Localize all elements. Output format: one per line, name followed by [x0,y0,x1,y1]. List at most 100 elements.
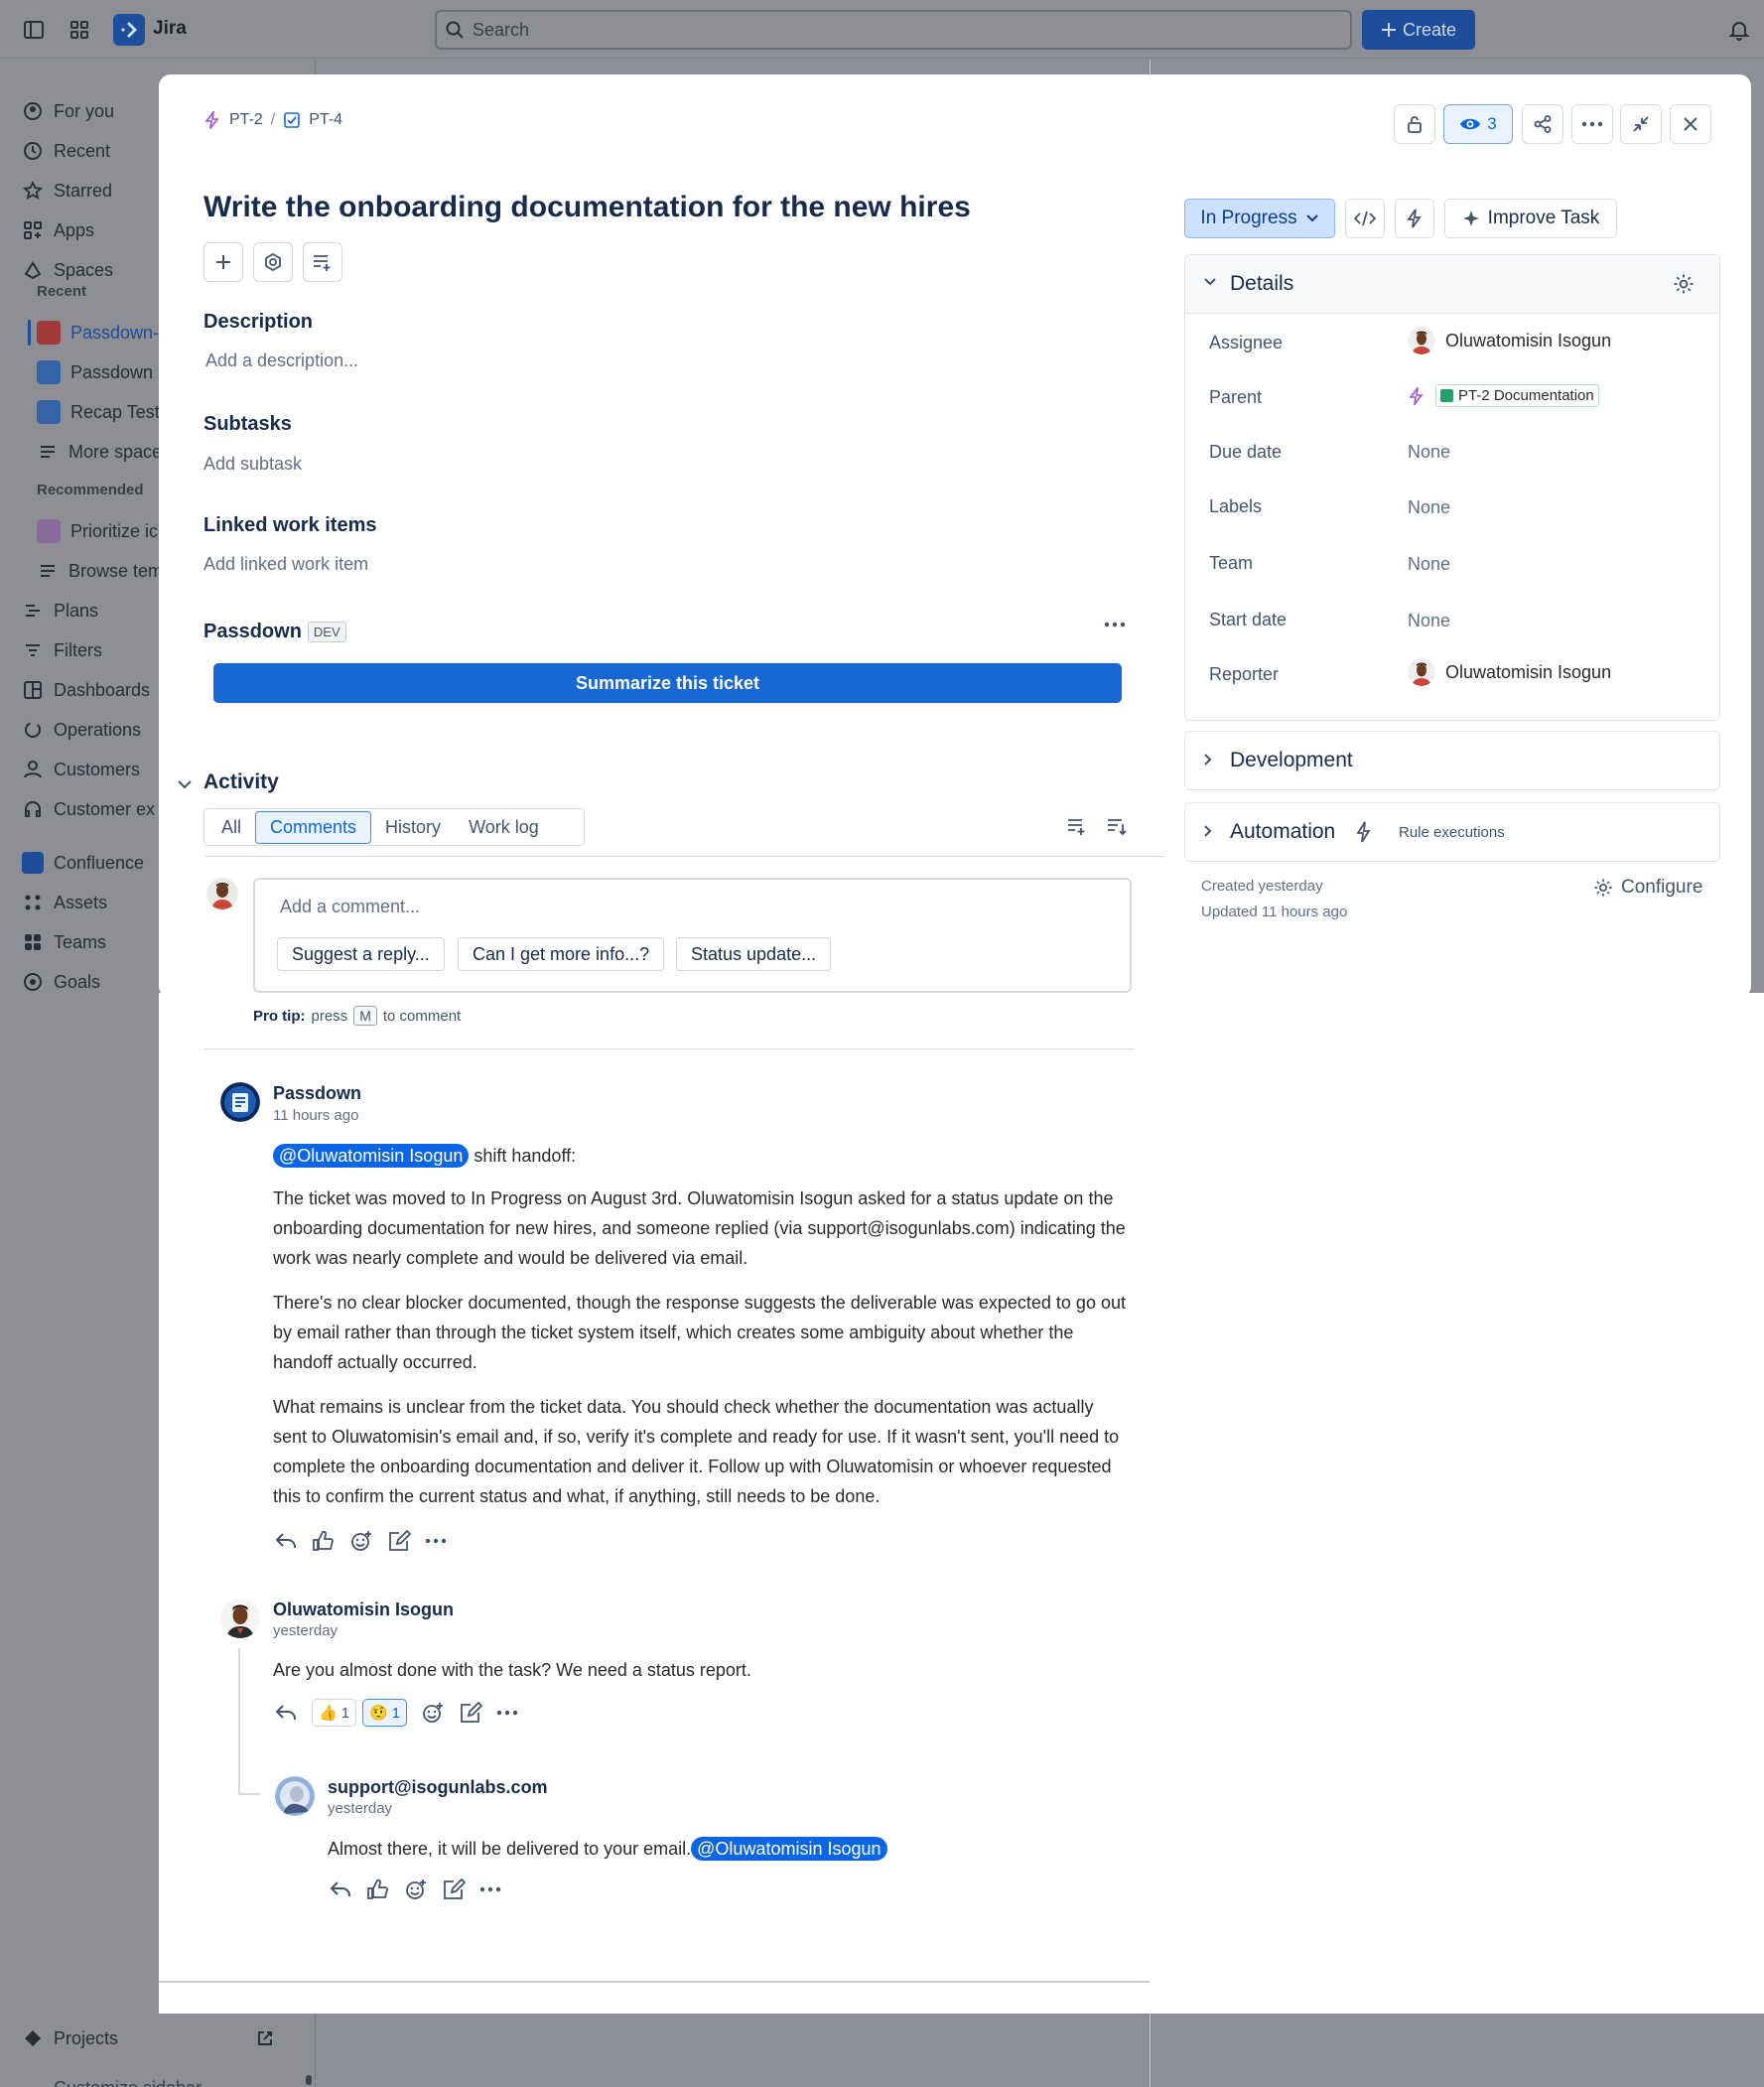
add-subtask-link[interactable]: Add subtask [204,454,302,475]
field-value-assignee[interactable]: Oluwatomisin Isogun [1408,327,1611,354]
sidebar-more-spaces[interactable]: More spaces [37,434,176,470]
field-value-parent[interactable]: PT-2 Documentation [1408,384,1599,407]
more-horizontal-icon[interactable] [425,1538,447,1544]
reply-icon[interactable] [274,1530,298,1552]
field-value-labels[interactable]: None [1408,497,1450,518]
app-name[interactable]: Jira [153,18,187,40]
more-horizontal-icon[interactable] [496,1710,518,1716]
development-section[interactable]: Development [1184,731,1720,790]
sidebar-toggle-icon[interactable] [20,16,48,44]
app-switcher-icon[interactable] [66,16,93,44]
breadcrumb-current[interactable]: PT-4 [309,111,342,129]
rule-executions-link[interactable]: Rule executions [1399,824,1505,841]
user-mention[interactable]: @Oluwatomisin Isogun [273,1144,470,1168]
automation-section[interactable]: Automation Rule executions [1184,802,1720,862]
sidebar-item-filters[interactable]: Filters [22,632,161,668]
minimize-button[interactable] [1620,104,1662,144]
sidebar-app-confluence[interactable]: Confluence [22,845,161,881]
sidebar-projects[interactable]: Projects [22,2020,280,2056]
sort-order-icon[interactable] [1106,816,1128,836]
comment-author[interactable]: Oluwatomisin Isogun [273,1600,454,1620]
tab-work-log[interactable]: Work log [455,812,553,843]
space-avatar-icon [37,321,61,345]
parent-lozenge[interactable]: PT-2 Documentation [1435,384,1599,407]
comment-author[interactable]: support@isogunlabs.com [328,1777,548,1798]
sidebar-item-starred[interactable]: Starred [22,173,161,209]
sidebar-item-customers[interactable]: Customers [22,752,161,787]
reaction-thumbs-up[interactable]: 👍 1 [312,1699,357,1727]
tab-all[interactable]: All [207,812,255,843]
reaction-raised-eyebrow[interactable]: 🤨 1 [362,1699,408,1727]
more-actions-button[interactable] [1571,104,1613,144]
add-linked-item-link[interactable]: Add linked work item [204,554,368,575]
comment-author[interactable]: Passdown [273,1083,361,1104]
field-value-due-date[interactable]: None [1408,442,1450,463]
sidebar-item-plans[interactable]: Plans [22,593,161,628]
sidebar-item-recent[interactable]: Recent [22,133,161,169]
sidebar-item-apps[interactable]: Apps [22,212,161,248]
add-filter-icon[interactable] [1066,816,1088,836]
notifications-bell-icon[interactable] [1725,16,1753,44]
target-icon [263,252,283,272]
add-button[interactable] [204,242,243,282]
passdown-more-button[interactable] [1104,622,1126,627]
sidebar-space-passdown-active[interactable]: Passdown- [37,315,176,350]
status-dropdown[interactable]: In Progress [1184,199,1335,238]
user-mention[interactable]: @Oluwatomisin Isogun [691,1837,887,1861]
like-icon[interactable] [312,1530,336,1552]
sidebar-app-assets[interactable]: Assets [22,885,161,920]
tab-history[interactable]: History [371,812,455,843]
add-reaction-icon[interactable] [404,1878,428,1900]
sidebar-recommended-browse[interactable]: Browse tem [37,553,176,589]
edit-icon[interactable] [442,1878,466,1900]
status-update-chip[interactable]: Status update... [676,937,832,971]
edit-icon[interactable] [459,1702,483,1724]
sidebar-item-operations[interactable]: Operations [22,712,161,748]
configure-button[interactable]: Configure [1593,877,1702,899]
automation-button[interactable] [1395,199,1434,238]
sidebar-item-for-you[interactable]: For you [22,93,161,129]
more-info-chip[interactable]: Can I get more info...? [458,937,665,971]
sidebar-app-teams[interactable]: Teams [22,924,161,960]
reply-icon[interactable] [274,1702,298,1724]
reply-icon[interactable] [329,1878,352,1900]
breadcrumb-parent[interactable]: PT-2 [229,111,263,129]
add-checklist-button[interactable] [303,242,342,282]
watch-button[interactable]: 3 [1443,104,1513,144]
edit-icon[interactable] [387,1530,411,1552]
tab-comments[interactable]: Comments [255,810,372,844]
field-value-team[interactable]: None [1408,554,1450,575]
suggest-reply-chip[interactable]: Suggest a reply... [277,937,445,971]
settings-gear-icon[interactable] [1673,273,1695,295]
comment-input[interactable] [253,878,1132,993]
sidebar-app-goals[interactable]: Goals [22,964,161,1000]
sidebar-item-customer-experience[interactable]: Customer ex [22,791,161,827]
sidebar-space-passdown[interactable]: Passdown [37,354,176,390]
field-value-reporter[interactable]: Oluwatomisin Isogun [1408,658,1611,686]
dev-tools-button[interactable] [1345,199,1385,238]
restrict-button[interactable] [1394,104,1435,144]
sidebar-recommended-prioritize[interactable]: Prioritize ic [37,513,176,549]
add-reaction-icon[interactable] [349,1530,373,1552]
add-reaction-icon[interactable] [421,1702,445,1724]
create-button[interactable]: Create [1362,10,1475,50]
search-input[interactable]: Search [435,10,1352,50]
improve-task-button[interactable]: Improve Task [1444,199,1617,238]
activity-collapse-chevron-icon[interactable] [177,778,193,790]
external-link-icon[interactable] [256,2029,274,2047]
summarize-ticket-button[interactable]: Summarize this ticket [213,663,1122,703]
sidebar-customize[interactable]: Customize sidebar [22,2070,220,2087]
issue-title[interactable]: Write the onboarding documentation for t… [204,191,971,224]
field-value-start-date[interactable]: None [1408,611,1450,631]
description-input[interactable]: Add a description... [205,350,358,371]
details-header[interactable]: Details [1185,255,1718,314]
apps-button[interactable] [253,242,293,282]
more-horizontal-icon[interactable] [479,1886,501,1892]
share-button[interactable] [1522,104,1563,144]
like-icon[interactable] [366,1878,390,1900]
jira-logo-icon[interactable] [113,14,145,46]
sidebar-item-dashboards[interactable]: Dashboards [22,672,161,708]
close-button[interactable] [1670,104,1711,144]
field-label-reporter: Reporter [1209,664,1280,684]
sidebar-space-recap-test[interactable]: Recap Test [37,394,176,430]
